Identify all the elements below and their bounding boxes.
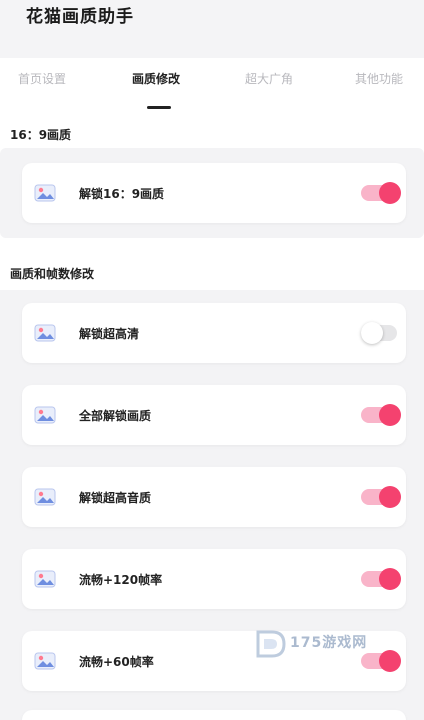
tab-home-settings[interactable]: 首页设置 — [18, 70, 66, 87]
app-screen: 花猫画质助手 首页设置 画质修改 超大广角 其他功能 16：9画质 解锁16：9… — [0, 0, 424, 720]
setting-card-smooth-120fps[interactable]: 流畅+120帧率 — [22, 549, 406, 609]
image-icon — [34, 570, 56, 588]
tab-quality-edit[interactable]: 画质修改 — [132, 70, 180, 87]
setting-card-unlock-all-quality[interactable]: 全部解锁画质 — [22, 385, 406, 445]
setting-card-partial — [22, 710, 406, 720]
toggle-switch[interactable] — [361, 486, 401, 508]
image-icon — [34, 324, 56, 342]
tab-bar: 首页设置 画质修改 超大广角 其他功能 — [0, 58, 424, 114]
toggle-switch[interactable] — [361, 322, 401, 344]
tab-wide-angle[interactable]: 超大广角 — [245, 70, 293, 87]
app-title: 花猫画质助手 — [26, 7, 134, 27]
setting-label: 流畅+60帧率 — [79, 655, 154, 669]
logo-icon — [256, 630, 286, 658]
setting-card-unlock-hq-audio[interactable]: 解锁超高音质 — [22, 467, 406, 527]
toggle-switch[interactable] — [361, 182, 401, 204]
watermark-text: 175游戏网 — [290, 635, 368, 651]
section-title-quality-fps: 画质和帧数修改 — [10, 267, 95, 281]
setting-label: 解锁超高清 — [79, 327, 140, 341]
setting-label: 解锁超高音质 — [79, 491, 152, 505]
tab-other-functions[interactable]: 其他功能 — [355, 70, 403, 87]
section-title-aspect: 16：9画质 — [10, 128, 72, 142]
image-icon — [34, 406, 56, 424]
toggle-switch[interactable] — [361, 404, 401, 426]
setting-card-unlock-16-9[interactable]: 解锁16：9画质 — [22, 163, 406, 223]
image-icon — [34, 488, 56, 506]
setting-label: 解锁16：9画质 — [79, 187, 165, 201]
watermark: 175游戏网 — [254, 626, 384, 662]
setting-card-unlock-uhd[interactable]: 解锁超高清 — [22, 303, 406, 363]
toggle-switch[interactable] — [361, 568, 401, 590]
setting-label: 流畅+120帧率 — [79, 573, 163, 587]
setting-label: 全部解锁画质 — [79, 409, 152, 423]
active-tab-indicator — [147, 106, 171, 109]
image-icon — [34, 652, 56, 670]
image-icon — [34, 184, 56, 202]
